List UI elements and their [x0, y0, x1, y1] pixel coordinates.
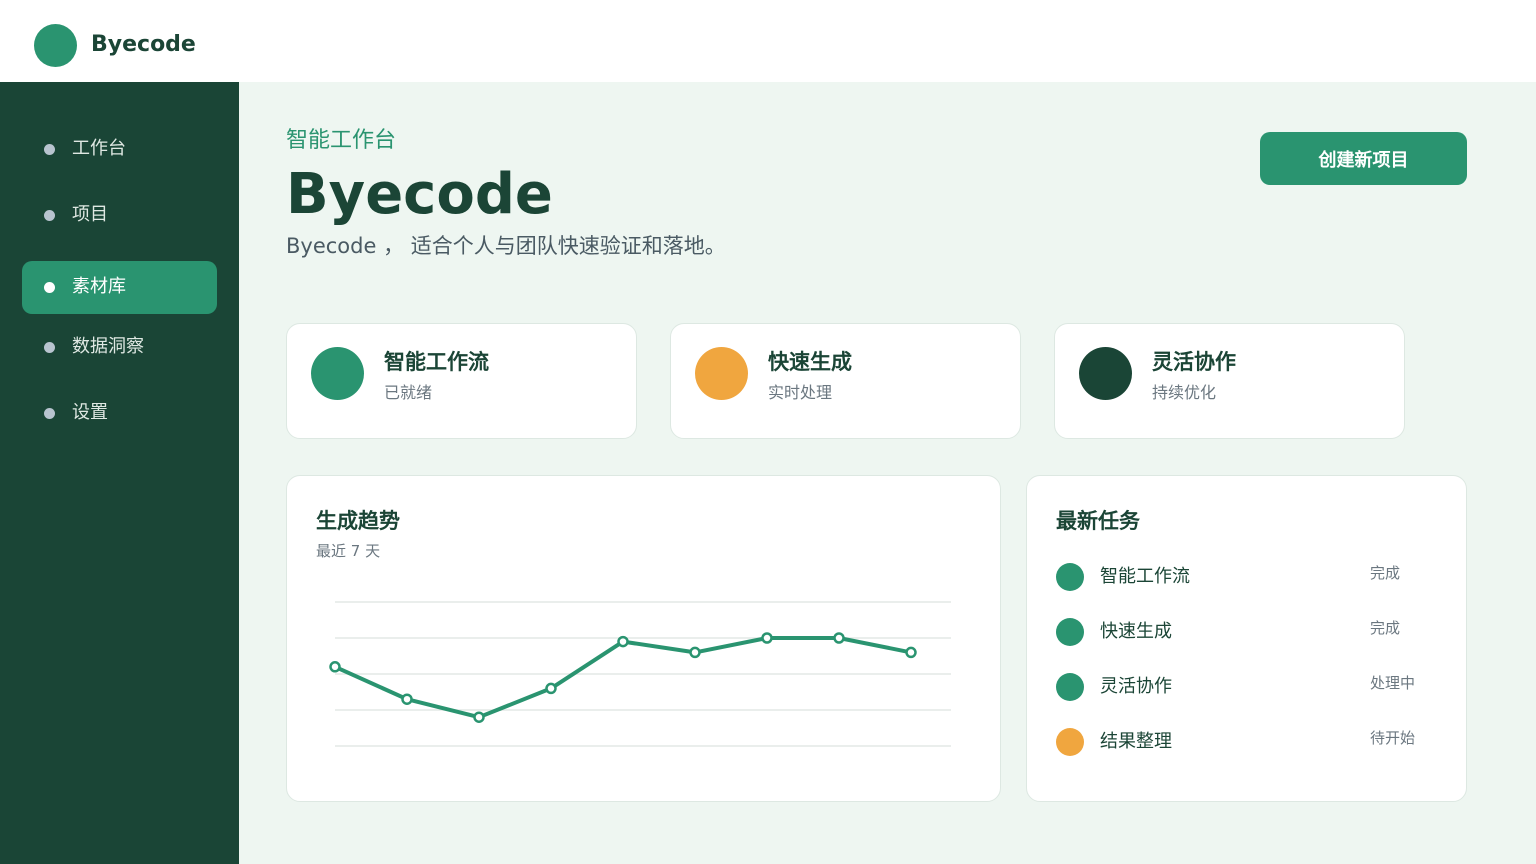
sidebar-item-insights[interactable]: 数据洞察: [22, 321, 217, 374]
task-name: 灵活协作: [1100, 676, 1172, 697]
task-row[interactable]: 结果整理 待开始: [1027, 727, 1467, 757]
stat-title: 快速生成: [768, 350, 852, 374]
sidebar-item-label: 工作台: [72, 138, 126, 159]
chart-series-line: [334, 636, 912, 720]
sidebar-item-label: 素材库: [72, 276, 126, 297]
bullet-icon: [44, 408, 55, 419]
sidebar-item-workbench[interactable]: 工作台: [22, 123, 217, 176]
bullet-icon: [44, 342, 55, 353]
sidebar-item-label: 数据洞察: [72, 336, 144, 357]
page-subtitle: Byecode ， 适合个人与团队快速验证和落地。: [286, 234, 726, 258]
trend-chart: [329, 601, 951, 747]
task-row[interactable]: 灵活协作 处理中: [1027, 672, 1467, 702]
page-eyebrow: 智能工作台: [286, 128, 397, 153]
chart-point[interactable]: [761, 632, 773, 644]
chart-point[interactable]: [401, 693, 413, 705]
trend-panel: 生成趋势 最近 7 天: [286, 475, 1001, 802]
stat-subtitle: 实时处理: [768, 383, 833, 402]
chart-point[interactable]: [689, 646, 701, 659]
stat-subtitle: 持续优化: [1152, 383, 1217, 402]
stat-title: 灵活协作: [1152, 350, 1236, 374]
bullet-icon: [44, 282, 55, 293]
stat-card-workflow: 智能工作流 已就绪: [286, 323, 637, 439]
task-row[interactable]: 智能工作流 完成: [1027, 562, 1467, 592]
sidebar-item-assets[interactable]: 素材库: [22, 261, 217, 314]
sidebar: 工作台 项目 素材库 数据洞察 设置: [0, 82, 239, 864]
create-project-button[interactable]: 创建新项目: [1260, 132, 1467, 185]
stat-subtitle: 已就绪: [384, 383, 433, 402]
task-status: 处理中: [1370, 674, 1416, 692]
sidebar-item-settings[interactable]: 设置: [22, 387, 217, 440]
chart-point[interactable]: [473, 711, 485, 723]
task-status-icon: [1056, 673, 1084, 701]
bullet-icon: [44, 144, 55, 155]
task-name: 快速生成: [1100, 621, 1172, 642]
status-dot-icon: [311, 347, 364, 400]
chart-point[interactable]: [617, 635, 629, 648]
task-name: 结果整理: [1100, 731, 1172, 752]
task-status: 完成: [1370, 564, 1401, 582]
stat-card-collaboration: 灵活协作 持续优化: [1054, 323, 1405, 439]
sidebar-item-label: 项目: [72, 204, 108, 225]
sidebar-item-label: 设置: [72, 402, 108, 423]
page-title: Byecode: [286, 162, 553, 227]
stat-card-generation: 快速生成 实时处理: [670, 323, 1021, 439]
brand-name: Byecode: [91, 32, 196, 57]
chart-point[interactable]: [545, 682, 557, 695]
top-bar: Byecode: [0, 0, 1536, 82]
chart-point[interactable]: [905, 646, 917, 659]
chart-point[interactable]: [329, 661, 341, 673]
task-status-icon: [1056, 563, 1084, 591]
chart-point[interactable]: [833, 632, 845, 644]
task-status: 待开始: [1370, 729, 1416, 747]
status-dot-icon: [695, 347, 748, 400]
tasks-panel: 最新任务 智能工作流 完成 快速生成 完成 灵活协作 处理中 结果整理 待开始: [1026, 475, 1467, 802]
stat-title: 智能工作流: [384, 350, 489, 374]
task-status: 完成: [1370, 619, 1401, 637]
sidebar-item-projects[interactable]: 项目: [22, 189, 217, 242]
status-dot-icon: [1079, 347, 1132, 400]
task-status-icon: [1056, 618, 1084, 646]
bullet-icon: [44, 210, 55, 221]
task-status-icon: [1056, 728, 1084, 756]
task-row[interactable]: 快速生成 完成: [1027, 617, 1467, 647]
task-name: 智能工作流: [1100, 566, 1190, 587]
logo-icon: [34, 24, 77, 67]
tasks-title: 最新任务: [1056, 509, 1140, 533]
